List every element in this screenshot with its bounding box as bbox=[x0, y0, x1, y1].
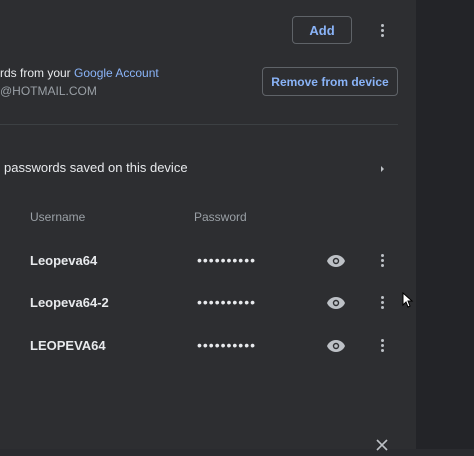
window-edge bbox=[416, 0, 474, 449]
passwords-panel: Add rds from your Google Account @HOTMAI… bbox=[0, 0, 416, 451]
column-header-password: Password bbox=[194, 210, 247, 224]
account-sync-prefix: rds from your bbox=[0, 66, 75, 80]
account-sync-text: rds from your Google Account bbox=[0, 66, 159, 80]
table-row-password: •••••••••• bbox=[197, 252, 257, 268]
table-row-password: •••••••••• bbox=[197, 294, 257, 310]
eye-icon[interactable] bbox=[327, 254, 345, 267]
account-email: @HOTMAIL.COM bbox=[0, 84, 97, 98]
eye-icon[interactable] bbox=[327, 339, 345, 352]
remove-from-device-button[interactable]: Remove from device bbox=[262, 67, 398, 96]
more-vert-icon[interactable] bbox=[374, 22, 390, 38]
table-row-username: LEOPEVA64 bbox=[30, 338, 106, 353]
add-button[interactable]: Add bbox=[292, 16, 352, 44]
more-vert-icon[interactable] bbox=[374, 337, 390, 353]
eye-icon[interactable] bbox=[327, 296, 345, 309]
table-row-username: Leopeva64 bbox=[30, 253, 98, 268]
more-vert-icon[interactable] bbox=[374, 294, 390, 310]
section-divider bbox=[0, 124, 398, 125]
table-row-password: •••••••••• bbox=[197, 337, 257, 353]
close-icon[interactable] bbox=[376, 438, 388, 451]
more-vert-icon[interactable] bbox=[374, 252, 390, 268]
table-row-username: Leopeva64-2 bbox=[30, 295, 109, 310]
mouse-cursor-icon bbox=[402, 291, 414, 308]
device-passwords-label[interactable]: passwords saved on this device bbox=[4, 160, 188, 175]
column-header-username: Username bbox=[30, 210, 86, 224]
chevron-right-icon[interactable] bbox=[378, 162, 388, 174]
google-account-link[interactable]: Google Account bbox=[74, 66, 159, 80]
